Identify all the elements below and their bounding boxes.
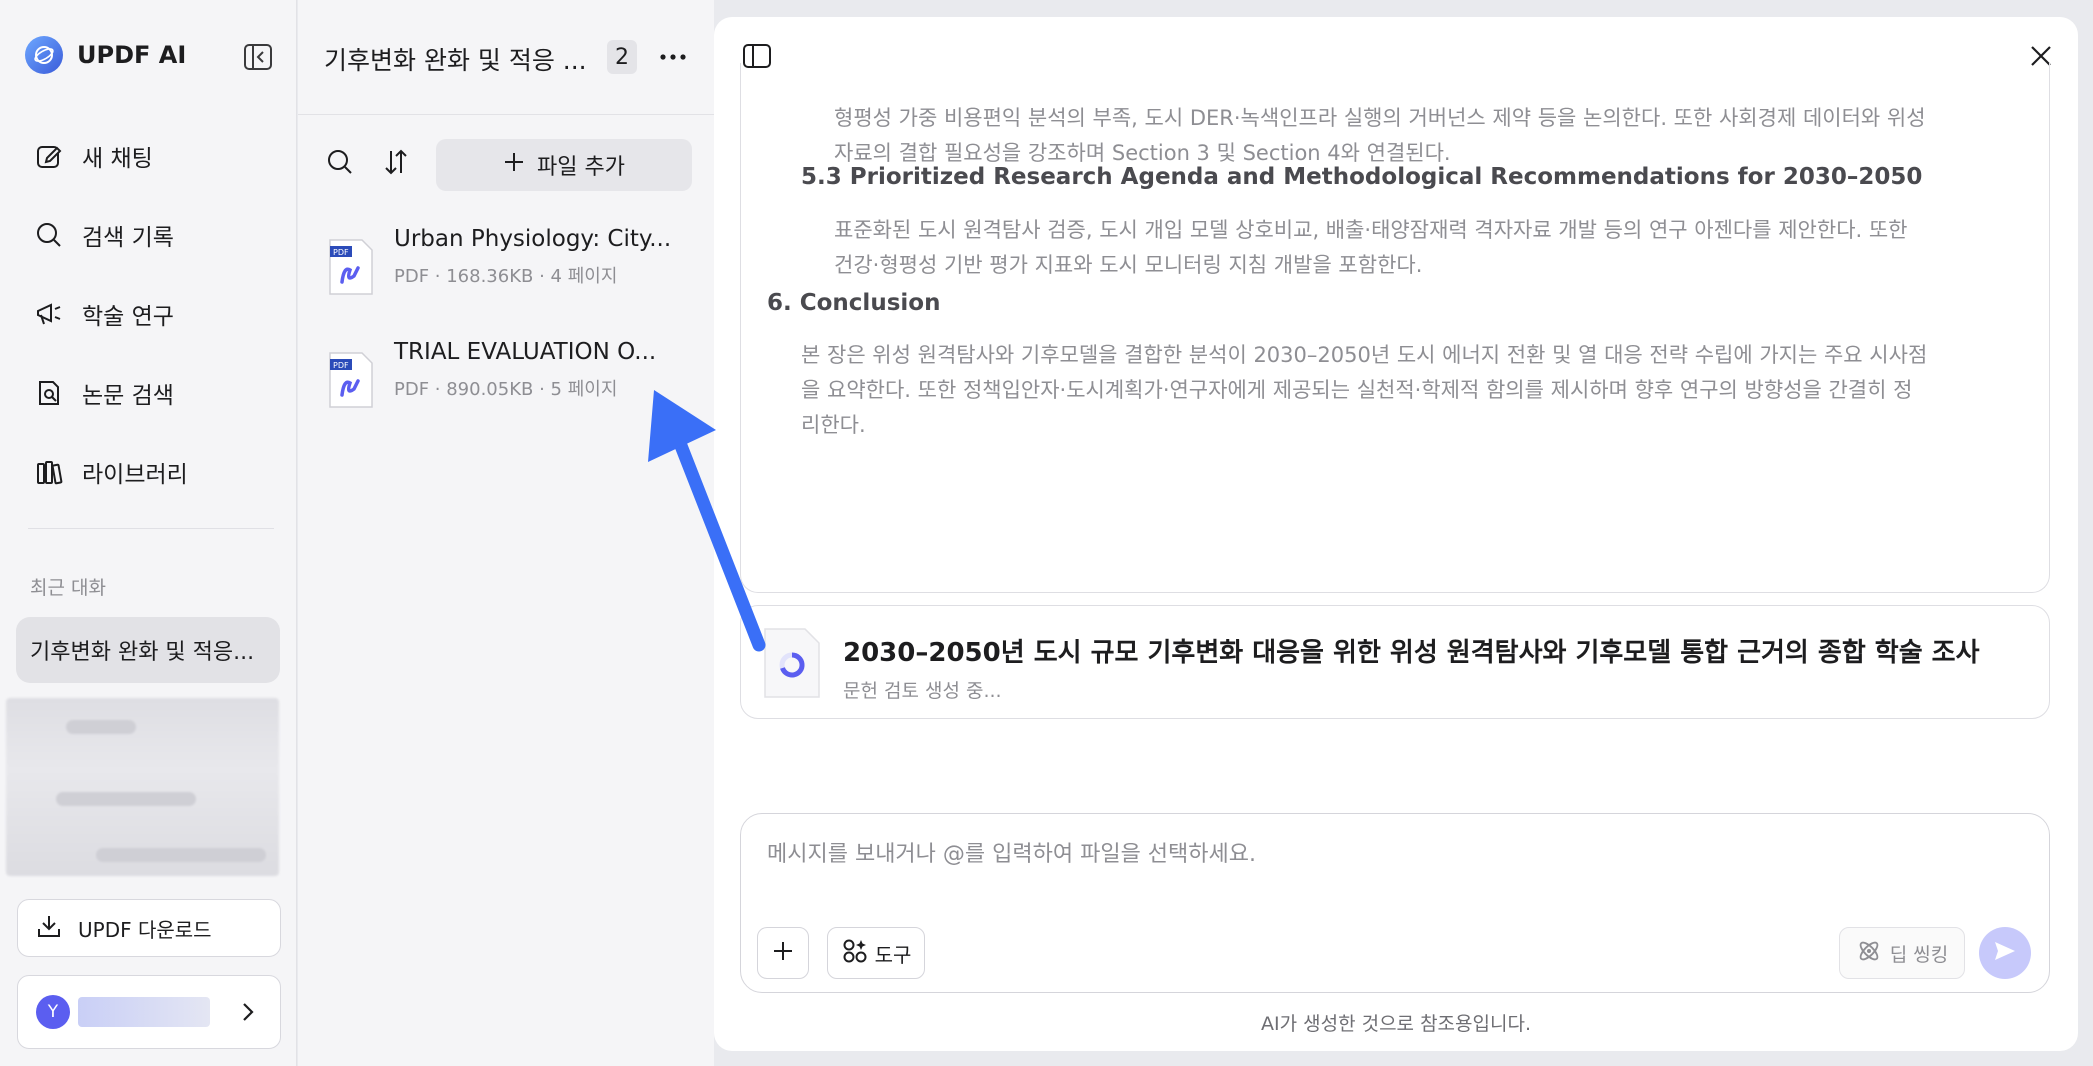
file-panel-header: 기후변화 완화 및 적응 ... 2 bbox=[298, 0, 714, 115]
account-menu[interactable]: Y bbox=[17, 975, 281, 1049]
avatar: Y bbox=[36, 995, 70, 1029]
chevron-right-icon bbox=[238, 1001, 258, 1027]
loading-doc-icon bbox=[763, 627, 821, 699]
send-button[interactable] bbox=[1979, 927, 2031, 979]
file-name: Urban Physiology: City... bbox=[394, 226, 672, 252]
recent-chat-label: 기후변화 완화 및 적응... bbox=[30, 640, 255, 665]
library-icon bbox=[34, 457, 64, 487]
section-heading: 6. Conclusion bbox=[767, 290, 941, 316]
recent-chats-heading: 최근 대화 bbox=[30, 577, 106, 599]
sidebar-item-paper-search[interactable]: 논문 검색 bbox=[18, 353, 280, 432]
section-heading: 5.3 Prioritized Research Agenda and Meth… bbox=[801, 164, 1923, 190]
ai-disclaimer: AI가 생성한 것으로 참조용입니다. bbox=[1261, 1013, 1531, 1035]
download-icon bbox=[36, 913, 62, 944]
sidebar-item-label: 검색 기록 bbox=[82, 224, 174, 251]
download-label: UPDF 다운로드 bbox=[78, 917, 212, 942]
collapse-sidebar-icon[interactable] bbox=[243, 42, 273, 72]
chat-panel: 형평성 가중 비용편익 분석의 부족, 도시 DER·녹색인프라 실행의 거버넌… bbox=[714, 17, 2078, 1051]
updf-logo-icon bbox=[25, 36, 63, 74]
deep-thinking-label: 딥 씽킹 bbox=[1889, 943, 1949, 966]
edit-icon bbox=[34, 141, 64, 171]
send-icon bbox=[1992, 938, 2018, 968]
sidebar-item-label: 새 채팅 bbox=[82, 145, 153, 172]
svg-text:PDF: PDF bbox=[333, 248, 349, 257]
svg-text:PDF: PDF bbox=[333, 361, 349, 370]
file-meta: PDF · 168.36KB · 4 페이지 bbox=[394, 266, 618, 287]
search-files-icon[interactable] bbox=[326, 148, 354, 180]
file-name: TRIAL EVALUATION O... bbox=[394, 339, 657, 365]
sidebar: UPDF AI 새 채팅 검색 기록 학술 연구 논문 검색 라이브러리 최근 … bbox=[0, 0, 297, 1066]
report-status: 문헌 검토 생성 중... bbox=[843, 680, 1002, 702]
blurred-recent-chats bbox=[6, 698, 279, 876]
sidebar-item-library[interactable]: 라이브러리 bbox=[18, 432, 280, 511]
paragraph-text: 본 장은 위성 원격탐사와 기후모델을 결합한 분석이 2030–2050년 도… bbox=[801, 343, 1928, 437]
paragraph-text: 형평성 가중 비용편익 분석의 부족, 도시 DER·녹색인프라 실행의 거버넌… bbox=[834, 106, 1926, 165]
paragraph-text: 표준화된 도시 원격탐사 검증, 도시 개입 모델 상호비교, 배출·태양잠재력… bbox=[834, 218, 1908, 277]
attach-button[interactable] bbox=[757, 927, 809, 979]
add-file-button[interactable]: 파일 추가 bbox=[436, 139, 692, 191]
pdf-file-icon: PDF bbox=[328, 351, 374, 409]
file-meta: PDF · 890.05KB · 5 페이지 bbox=[394, 379, 618, 400]
message-input[interactable] bbox=[767, 842, 1967, 867]
sidebar-item-search-history[interactable]: 검색 기록 bbox=[18, 195, 280, 274]
tools-button[interactable]: 도구 bbox=[827, 927, 925, 979]
plus-icon bbox=[503, 151, 525, 179]
plus-icon bbox=[772, 940, 794, 966]
message-composer: 도구 딥 씽킹 bbox=[740, 813, 2050, 993]
tools-label: 도구 bbox=[874, 942, 912, 967]
recent-chat-item[interactable]: 기후변화 완화 및 적응... bbox=[16, 617, 280, 683]
report-generation-card[interactable]: 2030–2050년 도시 규모 기후변화 대응을 위한 위성 원격탐사와 기후… bbox=[740, 605, 2050, 719]
sidebar-item-label: 학술 연구 bbox=[82, 303, 174, 330]
download-updf-button[interactable]: UPDF 다운로드 bbox=[17, 899, 281, 957]
app-name: UPDF AI bbox=[77, 41, 187, 69]
sort-icon[interactable] bbox=[382, 148, 410, 180]
report-outline-card: 형평성 가중 비용편익 분석의 부족, 도시 DER·녹색인프라 실행의 거버넌… bbox=[740, 63, 2050, 593]
sidebar-item-new-chat[interactable]: 새 채팅 bbox=[18, 116, 280, 195]
sidebar-item-label: 라이브러리 bbox=[82, 461, 188, 488]
conversation-title: 기후변화 완화 및 적응 ... bbox=[324, 46, 587, 75]
tools-icon bbox=[841, 937, 869, 970]
doc-search-icon bbox=[34, 378, 64, 408]
sidebar-nav: 새 채팅 검색 기록 학술 연구 논문 검색 라이브러리 bbox=[18, 116, 280, 511]
file-panel: 기후변화 완화 및 적응 ... 2 파일 추가 PDF Urban Physi… bbox=[298, 0, 714, 1066]
megaphone-icon bbox=[34, 299, 64, 329]
search-icon bbox=[34, 220, 64, 250]
report-title: 2030–2050년 도시 규모 기후변화 대응을 위한 위성 원격탐사와 기후… bbox=[843, 638, 1980, 668]
brand[interactable]: UPDF AI bbox=[25, 36, 186, 74]
sidebar-item-label: 논문 검색 bbox=[82, 382, 174, 409]
sidebar-item-academic-research[interactable]: 학술 연구 bbox=[18, 274, 280, 353]
deep-thinking-button[interactable]: 딥 씽킹 bbox=[1839, 927, 1965, 979]
more-icon[interactable] bbox=[656, 42, 690, 72]
file-item[interactable]: PDF Urban Physiology: City... PDF · 168.… bbox=[328, 226, 698, 306]
divider bbox=[28, 528, 274, 529]
add-file-label: 파일 추가 bbox=[537, 155, 625, 180]
atom-icon bbox=[1856, 938, 1882, 969]
account-name-redacted bbox=[78, 997, 210, 1027]
file-count-badge: 2 bbox=[607, 40, 637, 74]
pdf-file-icon: PDF bbox=[328, 238, 374, 296]
file-item[interactable]: PDF TRIAL EVALUATION O... PDF · 890.05KB… bbox=[328, 339, 698, 419]
